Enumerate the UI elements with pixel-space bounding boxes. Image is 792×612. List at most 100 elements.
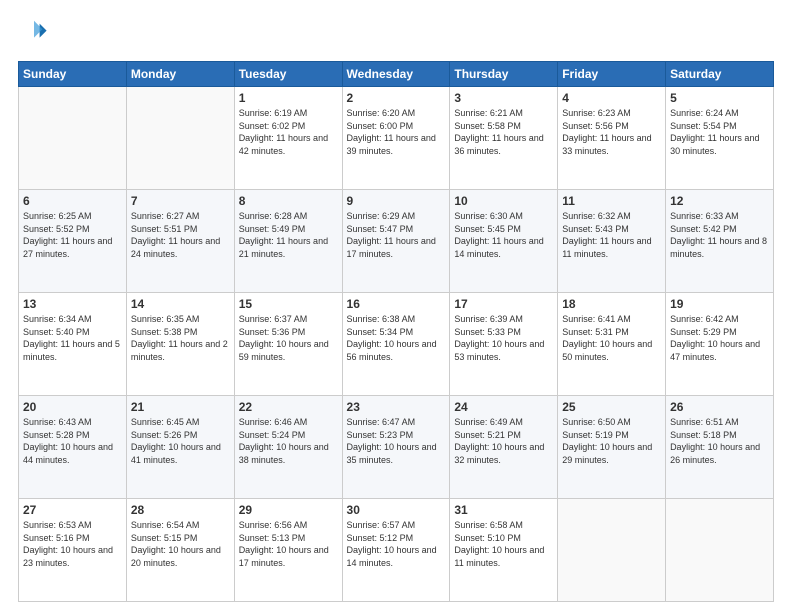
day-info: Sunrise: 6:42 AMSunset: 5:29 PMDaylight:… <box>670 313 769 363</box>
sunset-text: Sunset: 5:58 PM <box>454 120 553 133</box>
calendar-cell: 1Sunrise: 6:19 AMSunset: 6:02 PMDaylight… <box>234 87 342 190</box>
sunset-text: Sunset: 5:52 PM <box>23 223 122 236</box>
day-info: Sunrise: 6:24 AMSunset: 5:54 PMDaylight:… <box>670 107 769 157</box>
calendar-cell: 4Sunrise: 6:23 AMSunset: 5:56 PMDaylight… <box>558 87 666 190</box>
sunrise-text: Sunrise: 6:54 AM <box>131 519 230 532</box>
daylight-text: Daylight: 10 hours and 23 minutes. <box>23 544 122 569</box>
day-number: 31 <box>454 503 553 517</box>
daylight-text: Daylight: 10 hours and 50 minutes. <box>562 338 661 363</box>
logo <box>18 18 48 51</box>
day-info: Sunrise: 6:37 AMSunset: 5:36 PMDaylight:… <box>239 313 338 363</box>
day-number: 1 <box>239 91 338 105</box>
sunset-text: Sunset: 5:49 PM <box>239 223 338 236</box>
sunrise-text: Sunrise: 6:28 AM <box>239 210 338 223</box>
sunrise-text: Sunrise: 6:21 AM <box>454 107 553 120</box>
daylight-text: Daylight: 11 hours and 27 minutes. <box>23 235 122 260</box>
sunset-text: Sunset: 5:31 PM <box>562 326 661 339</box>
sunset-text: Sunset: 5:29 PM <box>670 326 769 339</box>
sunrise-text: Sunrise: 6:34 AM <box>23 313 122 326</box>
day-number: 22 <box>239 400 338 414</box>
day-info: Sunrise: 6:49 AMSunset: 5:21 PMDaylight:… <box>454 416 553 466</box>
day-number: 19 <box>670 297 769 311</box>
page-header <box>18 18 774 51</box>
sunrise-text: Sunrise: 6:30 AM <box>454 210 553 223</box>
day-number: 20 <box>23 400 122 414</box>
sunrise-text: Sunrise: 6:29 AM <box>347 210 446 223</box>
sunrise-text: Sunrise: 6:53 AM <box>23 519 122 532</box>
calendar-cell: 14Sunrise: 6:35 AMSunset: 5:38 PMDayligh… <box>126 293 234 396</box>
day-number: 6 <box>23 194 122 208</box>
sunset-text: Sunset: 5:42 PM <box>670 223 769 236</box>
calendar-cell: 9Sunrise: 6:29 AMSunset: 5:47 PMDaylight… <box>342 190 450 293</box>
sunrise-text: Sunrise: 6:38 AM <box>347 313 446 326</box>
daylight-text: Daylight: 10 hours and 38 minutes. <box>239 441 338 466</box>
day-info: Sunrise: 6:41 AMSunset: 5:31 PMDaylight:… <box>562 313 661 363</box>
calendar-cell <box>558 499 666 602</box>
daylight-text: Daylight: 11 hours and 39 minutes. <box>347 132 446 157</box>
day-number: 15 <box>239 297 338 311</box>
calendar-cell: 3Sunrise: 6:21 AMSunset: 5:58 PMDaylight… <box>450 87 558 190</box>
day-info: Sunrise: 6:20 AMSunset: 6:00 PMDaylight:… <box>347 107 446 157</box>
day-info: Sunrise: 6:21 AMSunset: 5:58 PMDaylight:… <box>454 107 553 157</box>
day-number: 10 <box>454 194 553 208</box>
calendar-week-row: 27Sunrise: 6:53 AMSunset: 5:16 PMDayligh… <box>19 499 774 602</box>
daylight-text: Daylight: 10 hours and 44 minutes. <box>23 441 122 466</box>
calendar-cell: 11Sunrise: 6:32 AMSunset: 5:43 PMDayligh… <box>558 190 666 293</box>
calendar-cell: 6Sunrise: 6:25 AMSunset: 5:52 PMDaylight… <box>19 190 127 293</box>
sunset-text: Sunset: 5:23 PM <box>347 429 446 442</box>
daylight-text: Daylight: 10 hours and 14 minutes. <box>347 544 446 569</box>
sunrise-text: Sunrise: 6:37 AM <box>239 313 338 326</box>
calendar-cell: 31 Sunrise: 6:58 AMSunset: 5:10 PMDayligh… <box>450 499 558 602</box>
sunset-text: Sunset: 5:40 PM <box>23 326 122 339</box>
day-info: Sunrise: 6:58 AMSunset: 5:10 PMDaylight:… <box>454 519 553 569</box>
sunrise-text: Sunrise: 6:24 AM <box>670 107 769 120</box>
calendar-week-row: 1Sunrise: 6:19 AMSunset: 6:02 PMDaylight… <box>19 87 774 190</box>
day-number: 27 <box>23 503 122 517</box>
daylight-text: Daylight: 11 hours and 14 minutes. <box>454 235 553 260</box>
sunset-text: Sunset: 5:16 PM <box>23 532 122 545</box>
day-info: Sunrise: 6:50 AMSunset: 5:19 PMDaylight:… <box>562 416 661 466</box>
daylight-text: Daylight: 11 hours and 2 minutes. <box>131 338 230 363</box>
daylight-text: Daylight: 10 hours and 11 minutes. <box>454 544 553 569</box>
sunrise-text: Sunrise: 6:32 AM <box>562 210 661 223</box>
daylight-text: Daylight: 11 hours and 21 minutes. <box>239 235 338 260</box>
day-number: 30 <box>347 503 446 517</box>
day-info: Sunrise: 6:53 AMSunset: 5:16 PMDaylight:… <box>23 519 122 569</box>
calendar-cell: 24Sunrise: 6:49 AMSunset: 5:21 PMDayligh… <box>450 396 558 499</box>
day-number: 4 <box>562 91 661 105</box>
calendar-cell: 7Sunrise: 6:27 AMSunset: 5:51 PMDaylight… <box>126 190 234 293</box>
sunset-text: Sunset: 5:21 PM <box>454 429 553 442</box>
sunset-text: Sunset: 5:43 PM <box>562 223 661 236</box>
daylight-text: Daylight: 11 hours and 8 minutes. <box>670 235 769 260</box>
sunset-text: Sunset: 5:24 PM <box>239 429 338 442</box>
sunset-text: Sunset: 6:00 PM <box>347 120 446 133</box>
calendar-table: Sunday Monday Tuesday Wednesday Thursday… <box>18 61 774 602</box>
sunrise-text: Sunrise: 6:20 AM <box>347 107 446 120</box>
day-info: Sunrise: 6:45 AMSunset: 5:26 PMDaylight:… <box>131 416 230 466</box>
weekday-thursday: Thursday <box>450 62 558 87</box>
sunrise-text: Sunrise: 6:19 AM <box>239 107 338 120</box>
calendar-week-row: 20Sunrise: 6:43 AMSunset: 5:28 PMDayligh… <box>19 396 774 499</box>
sunrise-text: Sunrise: 6:49 AM <box>454 416 553 429</box>
sunset-text: Sunset: 5:36 PM <box>239 326 338 339</box>
sunrise-text: Sunrise: 6:56 AM <box>239 519 338 532</box>
sunrise-text: Sunrise: 6:45 AM <box>131 416 230 429</box>
sunrise-text: Sunrise: 6:42 AM <box>670 313 769 326</box>
daylight-text: Daylight: 11 hours and 24 minutes. <box>131 235 230 260</box>
day-info: Sunrise: 6:30 AMSunset: 5:45 PMDaylight:… <box>454 210 553 260</box>
day-info: Sunrise: 6:46 AMSunset: 5:24 PMDaylight:… <box>239 416 338 466</box>
day-number: 17 <box>454 297 553 311</box>
day-info: Sunrise: 6:38 AMSunset: 5:34 PMDaylight:… <box>347 313 446 363</box>
daylight-text: Daylight: 10 hours and 41 minutes. <box>131 441 230 466</box>
calendar-cell <box>19 87 127 190</box>
calendar-header-row: Sunday Monday Tuesday Wednesday Thursday… <box>19 62 774 87</box>
day-info: Sunrise: 6:51 AMSunset: 5:18 PMDaylight:… <box>670 416 769 466</box>
calendar-cell <box>126 87 234 190</box>
weekday-sunday: Sunday <box>19 62 127 87</box>
sunset-text: Sunset: 5:54 PM <box>670 120 769 133</box>
calendar-cell: 12Sunrise: 6:33 AMSunset: 5:42 PMDayligh… <box>666 190 774 293</box>
sunrise-text: Sunrise: 6:39 AM <box>454 313 553 326</box>
calendar-cell: 18Sunrise: 6:41 AMSunset: 5:31 PMDayligh… <box>558 293 666 396</box>
calendar-cell: 17Sunrise: 6:39 AMSunset: 5:33 PMDayligh… <box>450 293 558 396</box>
sunrise-text: Sunrise: 6:57 AM <box>347 519 446 532</box>
